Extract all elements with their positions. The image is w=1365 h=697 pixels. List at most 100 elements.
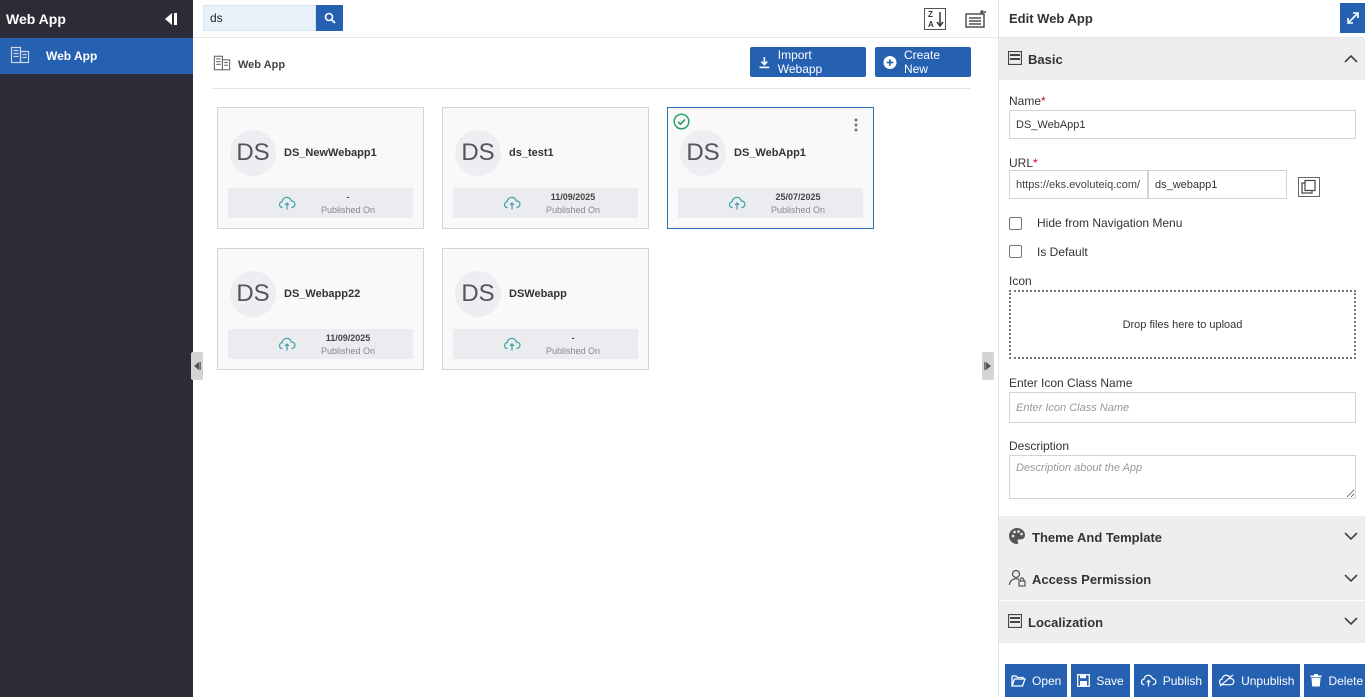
save-label: Save xyxy=(1096,673,1124,688)
name-label-text: Name xyxy=(1009,94,1042,108)
search-bar xyxy=(203,5,343,31)
published-info: 11/09/2025 Published On xyxy=(453,188,638,218)
import-webapp-label: Import Webapp xyxy=(777,48,823,76)
sort-az-icon[interactable]: ZA xyxy=(924,8,946,30)
hide-nav-checkbox[interactable] xyxy=(1009,217,1022,230)
trash-icon xyxy=(1310,674,1322,687)
delete-button[interactable]: Delete xyxy=(1304,664,1365,697)
toolbar: ZA xyxy=(193,0,998,38)
section-title: Localization xyxy=(1028,614,1104,630)
download-icon xyxy=(759,56,770,68)
list-view-icon[interactable] xyxy=(965,9,987,29)
panel-title: Edit Web App xyxy=(999,0,1365,38)
avatar: DS xyxy=(455,271,501,317)
card-title: DS_NewWebapp1 xyxy=(284,147,377,159)
plus-circle-icon xyxy=(883,55,897,69)
published-date: - xyxy=(346,192,350,202)
hide-nav-label: Hide from Navigation Menu xyxy=(1037,216,1183,230)
search-input[interactable] xyxy=(203,5,316,31)
url-prefix-field xyxy=(1009,170,1148,199)
sidebar: Web App Web App xyxy=(0,0,193,697)
web-app-icon xyxy=(10,45,30,68)
section-title: Access Permission xyxy=(1032,571,1152,587)
folder-open-icon xyxy=(1011,675,1026,687)
save-icon xyxy=(1077,674,1091,687)
webapp-card[interactable]: DS DS_NewWebapp1 - Published On xyxy=(217,107,424,229)
published-date: 11/09/2025 xyxy=(550,192,596,202)
section-basic[interactable]: Basic xyxy=(999,38,1365,80)
sidebar-item-label: Web App xyxy=(46,49,98,63)
url-slug-field[interactable] xyxy=(1148,170,1287,199)
open-label: Open xyxy=(1032,673,1062,688)
breadcrumb: Web App xyxy=(213,54,285,75)
published-label: Published On xyxy=(320,346,376,356)
chevron-up-icon xyxy=(1344,52,1358,66)
required-mark: * xyxy=(1041,94,1046,108)
name-field[interactable] xyxy=(1009,110,1356,139)
url-label: URL* xyxy=(1009,156,1038,170)
name-label: Name* xyxy=(1009,94,1046,108)
published-date: - xyxy=(571,333,575,343)
webapp-card[interactable]: DS ds_test1 11/09/2025 Published On xyxy=(442,107,649,229)
import-webapp-button[interactable]: Import Webapp xyxy=(750,47,866,77)
form-icon xyxy=(1007,613,1023,631)
save-button[interactable]: Save xyxy=(1071,664,1130,697)
check-circle-icon xyxy=(673,113,690,133)
section-title: Theme And Template xyxy=(1032,529,1163,545)
is-default-checkbox[interactable] xyxy=(1009,245,1022,258)
chevron-down-icon xyxy=(1344,615,1358,629)
card-title: DS_Webapp22 xyxy=(284,288,361,300)
published-label: Published On xyxy=(545,346,601,356)
search-button[interactable] xyxy=(316,5,343,31)
user-lock-icon xyxy=(1008,569,1026,590)
icon-dropzone[interactable]: Drop files here to upload xyxy=(1009,290,1356,359)
icon-label: Icon xyxy=(1009,274,1032,288)
sidebar-item-web-app[interactable]: Web App xyxy=(0,38,193,74)
card-title: ds_test1 xyxy=(509,147,554,159)
sidebar-header: Web App xyxy=(0,0,193,38)
unpublish-label: Unpublish xyxy=(1241,673,1295,688)
delete-label: Delete xyxy=(1328,673,1364,688)
publish-button[interactable]: Publish xyxy=(1133,664,1209,697)
section-theme[interactable]: Theme And Template xyxy=(999,516,1365,558)
web-app-icon xyxy=(213,54,231,75)
search-icon xyxy=(324,12,336,24)
expand-icon[interactable] xyxy=(1340,3,1365,33)
published-info: - Published On xyxy=(228,188,413,218)
create-new-button[interactable]: Create New xyxy=(875,47,971,77)
sidebar-title: Web App xyxy=(6,11,66,27)
webapp-card-selected[interactable]: DS DS_WebApp1 25/07/2025 Published On xyxy=(667,107,874,229)
more-options-icon[interactable] xyxy=(853,118,859,132)
collapse-right-handle[interactable] xyxy=(982,352,994,380)
open-button[interactable]: Open xyxy=(1005,664,1068,697)
published-label: Published On xyxy=(545,205,601,215)
edit-panel: Edit Web App Basic Name* URL* Hide from … xyxy=(998,0,1365,697)
required-mark: * xyxy=(1033,156,1038,170)
copy-icon[interactable] xyxy=(1298,177,1320,200)
card-title: DSWebapp xyxy=(509,288,567,300)
collapse-sidebar-icon[interactable] xyxy=(161,10,179,28)
cloud-off-icon xyxy=(1219,674,1235,687)
collapse-left-handle[interactable] xyxy=(191,352,203,380)
avatar: DS xyxy=(230,271,276,317)
icon-class-field[interactable] xyxy=(1009,392,1356,423)
unpublish-button[interactable]: Unpublish xyxy=(1212,664,1301,697)
published-label: Published On xyxy=(320,205,376,215)
section-title: Basic xyxy=(1028,51,1063,67)
avatar: DS xyxy=(680,130,726,176)
published-date: 11/09/2025 xyxy=(325,333,371,343)
published-date: 25/07/2025 xyxy=(775,192,821,202)
section-localization[interactable]: Localization xyxy=(999,601,1365,643)
published-info: 11/09/2025 Published On xyxy=(228,329,413,359)
section-access[interactable]: Access Permission xyxy=(999,558,1365,600)
breadcrumb-label: Web App xyxy=(238,58,286,71)
webapp-card[interactable]: DS DS_Webapp22 11/09/2025 Published On xyxy=(217,248,424,370)
form-icon xyxy=(1007,50,1023,68)
description-field[interactable] xyxy=(1009,455,1356,499)
published-info: - Published On xyxy=(453,329,638,359)
svg-text:A: A xyxy=(928,20,934,29)
webapp-card[interactable]: DS DSWebapp - Published On xyxy=(442,248,649,370)
panel-footer: Open Save Publish Unpublish Delete xyxy=(999,664,1365,697)
url-label-text: URL xyxy=(1009,156,1034,170)
published-info: 25/07/2025 Published On xyxy=(678,188,863,218)
